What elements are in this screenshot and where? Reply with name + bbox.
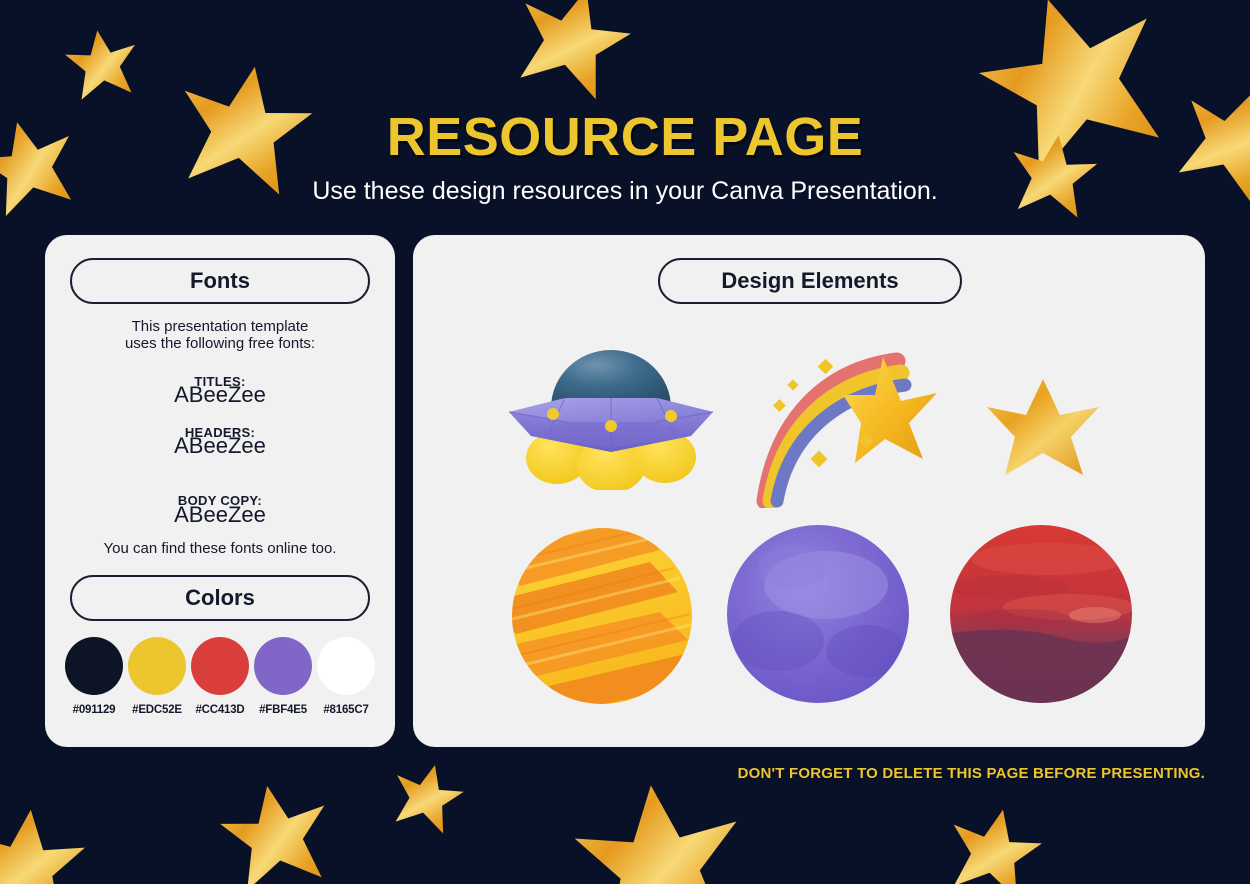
color-swatch-label: #091129 [72, 704, 116, 716]
color-swatch-cell: #FBF4E5 [254, 637, 312, 716]
color-swatch-row: #091129 #EDC52E #CC413D #FBF4E5 #8165C7 [65, 637, 375, 716]
fonts-heading-pill: Fonts [70, 258, 370, 304]
fonts-heading-label: Fonts [190, 268, 250, 293]
font-role-headers-value: ABeeZee [174, 433, 266, 458]
color-swatch-cell: #091129 [65, 637, 123, 716]
color-swatch-cell: #8165C7 [317, 637, 375, 716]
color-swatch-label: #8165C7 [323, 704, 369, 716]
fonts-intro-line-2: uses the following free fonts: [124, 335, 316, 352]
shooting-star-illustration[interactable] [751, 343, 941, 510]
fonts-intro-line-1: This presentation template [131, 318, 309, 335]
color-swatch-label: #FBF4E5 [259, 704, 307, 716]
color-swatch-label: #EDC52E [132, 704, 182, 716]
ufo-illustration[interactable] [505, 340, 717, 493]
colors-heading-pill: Colors [70, 575, 370, 621]
background-star-icon [939, 797, 1048, 884]
color-swatch-cell: #CC413D [191, 637, 249, 716]
color-swatch[interactable] [254, 637, 312, 695]
background-star-icon [61, 23, 142, 104]
yellow-planet-illustration[interactable] [510, 526, 694, 706]
page-title: RESOURCE PAGE [386, 107, 864, 167]
color-swatch-cell: #EDC52E [128, 637, 186, 716]
color-swatch[interactable] [65, 637, 123, 695]
fonts-outro-text: You can find these fonts online too. [103, 540, 337, 557]
purple-planet-illustration[interactable] [726, 523, 910, 705]
colors-heading-label: Colors [185, 585, 255, 610]
page-subtitle: Use these design resources in your Canva… [312, 177, 938, 205]
background-star-icon [568, 772, 750, 884]
background-star-icon [503, 0, 642, 109]
color-swatch[interactable] [317, 637, 375, 695]
color-swatch[interactable] [191, 637, 249, 695]
background-star-icon [213, 773, 338, 884]
color-swatch-label: #CC413D [195, 704, 245, 716]
design-elements-panel: Design Elements [413, 235, 1205, 747]
gold-star-illustration[interactable] [985, 377, 1101, 477]
slide-canvas: RESOURCE PAGE Use these design resources… [0, 0, 1250, 884]
background-star-icon [0, 800, 90, 884]
font-role-titles-value: ABeeZee [174, 382, 266, 407]
background-star-icon [385, 755, 470, 840]
red-planet-illustration[interactable] [949, 523, 1133, 705]
font-role-body-value: ABeeZee [174, 502, 266, 527]
color-swatch[interactable] [128, 637, 186, 695]
fonts-panel: Fonts This presentation template uses th… [45, 235, 395, 747]
delete-page-warning: DON'T FORGET TO DELETE THIS PAGE BEFORE … [737, 765, 1205, 782]
design-elements-heading-label: Design Elements [721, 268, 899, 293]
design-elements-heading-pill: Design Elements [658, 258, 962, 304]
